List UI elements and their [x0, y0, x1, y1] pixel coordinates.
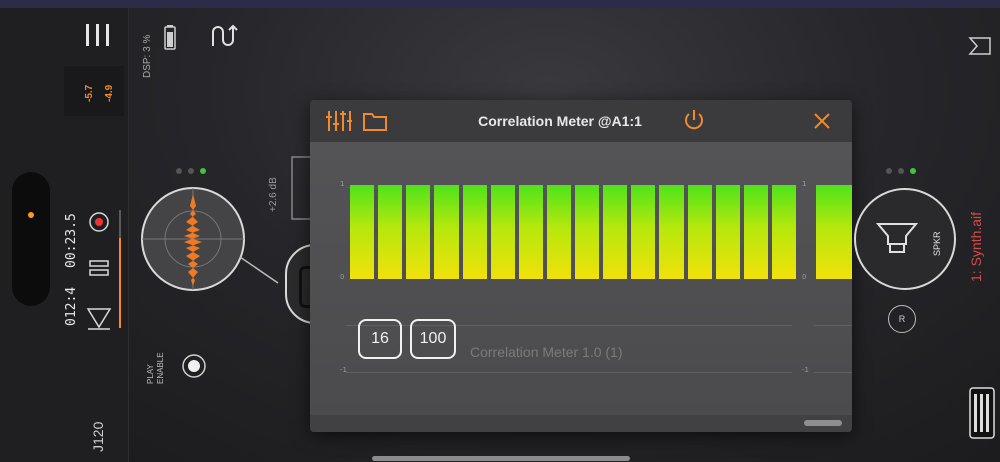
scale-mid-right: 0: [802, 273, 807, 281]
correlation-bar: [575, 185, 600, 279]
folder-icon[interactable]: [362, 110, 388, 132]
page-dot: [898, 168, 904, 174]
correlation-bar: [631, 185, 656, 279]
routing-icon[interactable]: [210, 22, 244, 50]
gridline-mid-right: [814, 325, 852, 326]
correlation-bar: [434, 185, 459, 279]
correlation-bar: [659, 185, 684, 279]
plugin-window-header: Correlation Meter @A1:1: [310, 100, 852, 142]
playhead-fill: [119, 238, 121, 328]
play-button[interactable]: [86, 305, 112, 331]
correlation-bar-right: [816, 185, 852, 279]
scroll-pill[interactable]: [12, 172, 50, 306]
track-name[interactable]: 1: Synth.aif: [968, 212, 984, 282]
transport-position: 012:4: [64, 286, 79, 326]
correlation-bar: [378, 185, 403, 279]
page-dot: [886, 168, 892, 174]
page-dots-right: [886, 168, 916, 174]
pill-indicator: [28, 212, 34, 218]
speaker-output-node[interactable]: SPKR: [854, 188, 956, 290]
top-status-bar: [0, 0, 1000, 8]
battery-icon: [164, 25, 176, 50]
plugin-title: Correlation Meter @A1:1: [478, 113, 642, 129]
scale-bottom-right: -1: [802, 366, 809, 374]
gain-bracket: [291, 156, 310, 220]
tempo-label[interactable]: J120: [90, 422, 106, 452]
window-size-button[interactable]: 16: [358, 319, 402, 359]
page-dot: [176, 168, 182, 174]
page-dot: [188, 168, 194, 174]
home-indicator: [372, 456, 630, 461]
pause-button[interactable]: [88, 258, 110, 278]
gridline-bottom: [346, 372, 792, 373]
right-channel-button[interactable]: R: [888, 305, 916, 333]
plugin-body: 1 0 1 0 -1 -1: [310, 142, 852, 415]
playhead-track: [119, 210, 121, 328]
speaker-icon: [876, 223, 919, 253]
plugin-footer: [310, 415, 852, 432]
input-node-waveform[interactable]: [140, 186, 246, 292]
correlation-bar: [518, 185, 543, 279]
correlation-bar: [715, 185, 740, 279]
correlation-bar: [462, 185, 487, 279]
record-button[interactable]: [87, 210, 111, 234]
scale-bottom: -1: [340, 366, 347, 374]
correlation-bar: [490, 185, 515, 279]
correlation-bar: [743, 185, 768, 279]
mixer-icon[interactable]: [326, 109, 352, 133]
play-enable-toggle[interactable]: [181, 353, 207, 379]
plugin-window: Correlation Meter @A1:1 1 0 1 0 -1 -1 16…: [310, 100, 852, 432]
page-dot-active: [910, 168, 916, 174]
correlation-bar: [687, 185, 712, 279]
scale-top: 1: [340, 180, 345, 188]
gain-label: +2.6 dB: [268, 177, 279, 212]
keyboard-icon[interactable]: [968, 386, 996, 440]
dsp-label: DSP: 3 %: [142, 34, 153, 78]
window-length-button[interactable]: 100: [410, 319, 456, 359]
correlation-bar: [546, 185, 571, 279]
close-icon[interactable]: [812, 111, 832, 131]
page-dot-active: [200, 168, 206, 174]
version-label: Correlation Meter 1.0 (1): [470, 344, 623, 360]
correlation-bar: [771, 185, 796, 279]
correlation-bars: [350, 185, 796, 279]
power-icon[interactable]: [682, 108, 706, 132]
gridline-bottom-right: [814, 372, 852, 373]
resize-handle[interactable]: [804, 420, 842, 426]
correlation-bar: [350, 185, 375, 279]
meter-right-value: -4.9: [104, 84, 115, 102]
bookmark-icon[interactable]: [968, 36, 992, 56]
scale-mid: 0: [340, 273, 345, 281]
transport-time: 00:23.5: [64, 213, 79, 268]
level-meter: -5.7 -4.9: [64, 66, 124, 116]
play-enable-label: PLAY ENABLE: [146, 352, 165, 384]
menu-icon[interactable]: [84, 22, 112, 48]
scale-top-right: 1: [802, 180, 807, 188]
meter-left-value: -5.7: [84, 84, 95, 102]
page-dots-left: [176, 168, 206, 174]
correlation-bar: [603, 185, 628, 279]
correlation-bar: [406, 185, 431, 279]
speaker-label: SPKR: [932, 231, 942, 256]
